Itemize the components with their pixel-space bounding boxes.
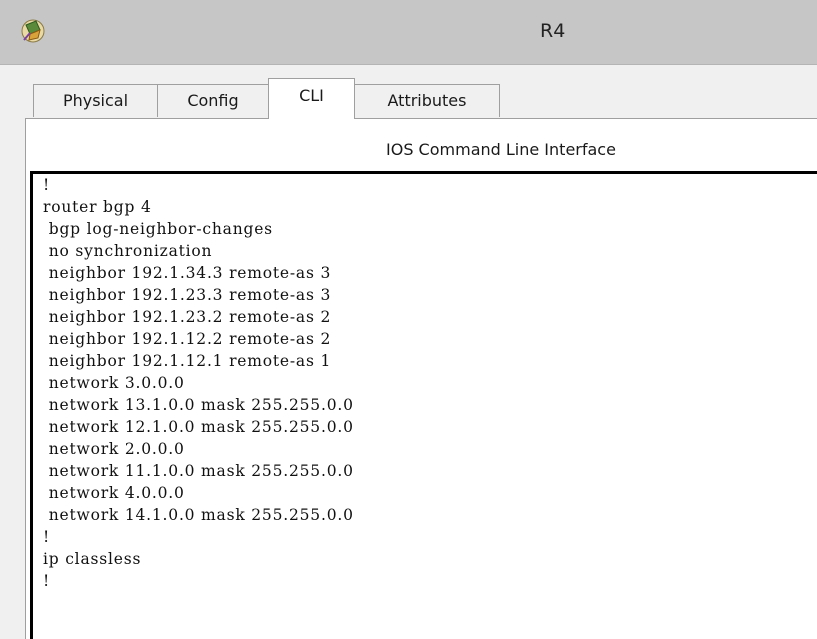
cli-line: neighbor 192.1.23.3 remote-as 3 <box>43 286 332 304</box>
title-bar[interactable]: R4 <box>0 0 817 65</box>
cli-line: no synchronization <box>43 242 213 260</box>
cli-line: ! <box>43 528 51 546</box>
tab-cli[interactable]: CLI <box>268 78 355 119</box>
tab-config[interactable]: Config <box>157 84 269 117</box>
cli-line: network 3.0.0.0 <box>43 374 185 392</box>
packet-tracer-router-icon <box>21 19 45 43</box>
device-window: R4 Physical Config CLI Attributes IOS Co… <box>0 0 817 639</box>
cli-line: network 2.0.0.0 <box>43 440 185 458</box>
cli-line: router bgp 4 <box>43 198 152 216</box>
cli-line: ip classless <box>43 550 142 568</box>
client-area: Physical Config CLI Attributes IOS Comma… <box>0 65 817 639</box>
cli-line: network 12.1.0.0 mask 255.255.0.0 <box>43 418 354 436</box>
cli-heading: IOS Command Line Interface <box>386 140 616 159</box>
cli-line: network 14.1.0.0 mask 255.255.0.0 <box>43 506 354 524</box>
cli-line: neighbor 192.1.23.2 remote-as 2 <box>43 308 332 326</box>
cli-terminal[interactable]: ! router bgp 4 bgp log-neighbor-changes … <box>30 171 817 639</box>
cli-line: network 13.1.0.0 mask 255.255.0.0 <box>43 396 354 414</box>
cli-line: neighbor 192.1.34.3 remote-as 3 <box>43 264 332 282</box>
cli-line: ! <box>43 572 51 590</box>
tab-attributes[interactable]: Attributes <box>354 84 500 117</box>
cli-line: ! <box>43 176 51 194</box>
cli-line: neighbor 192.1.12.1 remote-as 1 <box>43 352 332 370</box>
window-title: R4 <box>540 20 566 42</box>
cli-line: neighbor 192.1.12.2 remote-as 2 <box>43 330 332 348</box>
cli-line: network 4.0.0.0 <box>43 484 185 502</box>
cli-line: network 11.1.0.0 mask 255.255.0.0 <box>43 462 354 480</box>
tab-physical[interactable]: Physical <box>33 84 158 117</box>
cli-line: bgp log-neighbor-changes <box>43 220 273 238</box>
